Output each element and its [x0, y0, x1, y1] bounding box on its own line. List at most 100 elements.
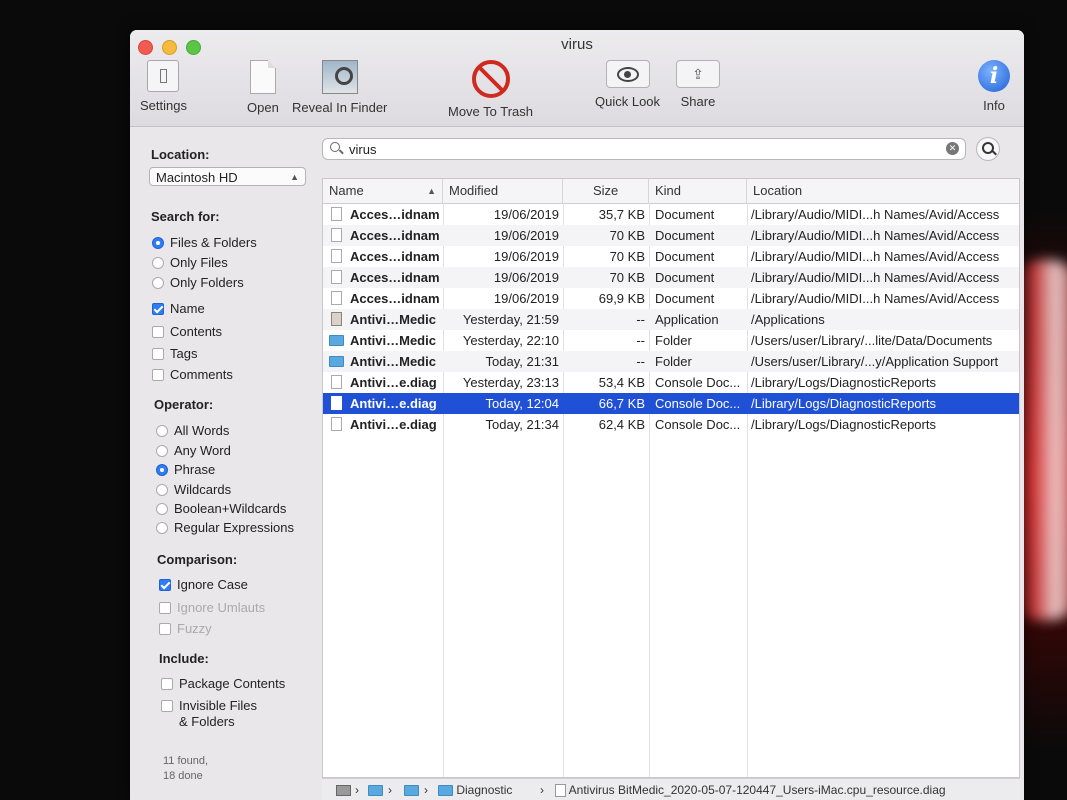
- checkbox-ignore-umlauts[interactable]: Ignore Umlauts: [159, 600, 265, 615]
- share-label: Share: [680, 94, 716, 109]
- disk-icon[interactable]: [336, 779, 351, 800]
- checkbox-tags[interactable]: Tags: [152, 346, 197, 361]
- open-button[interactable]: Open: [247, 60, 279, 115]
- cell-kind: Document: [655, 249, 715, 264]
- table-row[interactable]: Acces…idnam 19/06/2019 70 KB Document/Libra…: [323, 246, 1019, 267]
- table-row[interactable]: Acces…idnam 19/06/2019 70 KB Document/Libra…: [323, 225, 1019, 246]
- quick-look-button[interactable]: Quick Look: [595, 60, 660, 109]
- status-found: 11 found,: [163, 755, 209, 767]
- document-icon: [331, 207, 342, 221]
- checkbox-icon: [152, 302, 164, 315]
- radio-any-word[interactable]: Any Word: [156, 443, 231, 458]
- path-separator: ›: [388, 783, 392, 797]
- option-label: Only Files: [170, 255, 228, 270]
- cell-name: Antivi…e.diag: [350, 396, 437, 411]
- radio-files-folders[interactable]: Files & Folders: [152, 235, 257, 250]
- column-header-kind[interactable]: Kind: [649, 179, 747, 203]
- cell-modified: Today, 21:34: [485, 417, 559, 432]
- table-row[interactable]: Antivi…e.diag Today, 21:34 62,4 KB Console …: [323, 414, 1019, 435]
- cell-name: Acces…idnam: [350, 207, 440, 222]
- option-label: Package Contents: [179, 676, 286, 691]
- radio-wildcards[interactable]: Wildcards: [156, 482, 231, 497]
- checkbox-comments[interactable]: Comments: [152, 367, 233, 382]
- radio-only-files[interactable]: Only Files: [152, 255, 228, 270]
- cell-location: /Applications: [751, 312, 825, 327]
- column-header-modified[interactable]: Modified: [443, 179, 563, 203]
- column-label: Modified: [449, 183, 499, 198]
- cell-kind: Document: [655, 228, 715, 243]
- quick-look-icon-box: [605, 60, 650, 88]
- option-label: Name: [170, 301, 205, 316]
- cell-location: /Users/user/Library/...lite/Data/Documen…: [751, 333, 993, 348]
- share-button[interactable]: ⇪ Share: [676, 60, 720, 109]
- checkbox-icon: [159, 622, 171, 635]
- cell-location: /Library/Audio/MIDI...h Names/Avid/Acces…: [751, 249, 1000, 264]
- app-window: virus Settings Open Reveal In Finder Mov…: [130, 30, 1024, 800]
- cell-size: --: [636, 354, 645, 369]
- radio-regular-expressions[interactable]: Regular Expressions: [156, 520, 294, 535]
- cell-kind: Application: [655, 312, 719, 327]
- checkbox-icon: [161, 677, 173, 690]
- move-to-trash-button[interactable]: Move To Trash: [448, 60, 533, 119]
- cell-size: --: [636, 333, 645, 348]
- table-row[interactable]: Antivi…Medic Yesterday, 21:59 -- Applicatio…: [323, 309, 1019, 330]
- option-label: Wildcards: [174, 482, 232, 497]
- option-label: Ignore Case: [177, 577, 248, 592]
- option-label: Fuzzy: [177, 621, 212, 636]
- reveal-in-finder-button[interactable]: Reveal In Finder: [292, 60, 387, 115]
- cell-kind: Folder: [655, 354, 692, 369]
- cell-location: /Library/Logs/DiagnosticReports: [751, 375, 936, 390]
- clear-search-icon[interactable]: ✕: [946, 142, 959, 155]
- column-header-location[interactable]: Location: [747, 179, 1019, 203]
- document-icon: [331, 228, 342, 242]
- folder-icon[interactable]: [404, 779, 419, 800]
- column-header-name[interactable]: Name ▲: [323, 179, 443, 203]
- checkbox-invisible-files[interactable]: Invisible Files: [161, 698, 257, 713]
- folder-icon: [329, 335, 344, 346]
- column-label: Size: [593, 183, 619, 198]
- radio-icon: [156, 483, 168, 496]
- include-heading: Include:: [159, 651, 209, 666]
- cell-kind: Console Doc...: [655, 417, 741, 432]
- settings-button[interactable]: Settings: [140, 60, 187, 113]
- checkbox-package-contents[interactable]: Package Contents: [161, 676, 285, 691]
- checkbox-icon: [161, 699, 173, 712]
- table-row[interactable]: Antivi…e.diag Today, 12:04 66,7 KB Console …: [323, 393, 1019, 414]
- radio-icon: [152, 256, 164, 269]
- column-header-size[interactable]: Size: [563, 179, 649, 203]
- cell-location: /Library/Audio/MIDI...h Names/Avid/Acces…: [751, 270, 1000, 285]
- table-row[interactable]: Acces…idnam 19/06/2019 35,7 KB Document/Lib…: [323, 204, 1019, 225]
- radio-boolean-wildcards[interactable]: Boolean+Wildcards: [156, 501, 286, 516]
- checkbox-name[interactable]: Name: [152, 301, 205, 316]
- cell-size: 53,4 KB: [598, 375, 645, 390]
- path-separator: ›: [355, 783, 359, 797]
- search-icon: [982, 142, 994, 154]
- location-popup[interactable]: Macintosh HD ▲: [149, 167, 306, 186]
- info-button[interactable]: i Info: [978, 60, 1010, 113]
- radio-phrase[interactable]: Phrase: [156, 462, 215, 477]
- cell-modified: 19/06/2019: [493, 291, 559, 306]
- option-label: Boolean+Wildcards: [174, 501, 287, 516]
- search-input[interactable]: [347, 141, 931, 158]
- checkbox-contents[interactable]: Contents: [152, 324, 222, 339]
- trash-label: Move To Trash: [448, 104, 534, 119]
- table-row[interactable]: Antivi…e.diag Yesterday, 23:13 53,4 KB Cons…: [323, 372, 1019, 393]
- path-item-file[interactable]: Antivirus BitMedic_2020-05-07-120447_Use…: [555, 779, 946, 800]
- table-row[interactable]: Antivi…Medic Today, 21:31 -- Folder/Users/u…: [323, 351, 1019, 372]
- path-item-folder[interactable]: Diagnostic: [438, 779, 512, 800]
- checkbox-fuzzy[interactable]: Fuzzy: [159, 621, 212, 636]
- cell-modified: 19/06/2019: [493, 249, 559, 264]
- reveal-icon: [321, 60, 358, 94]
- table-row[interactable]: Antivi…Medic Yesterday, 22:10 -- Folder/Use…: [323, 330, 1019, 351]
- folder-icon[interactable]: [368, 779, 383, 800]
- table-row[interactable]: Acces…idnam 19/06/2019 69,9 KB Document/Lib…: [323, 288, 1019, 309]
- radio-all-words[interactable]: All Words: [156, 423, 229, 438]
- prohibited-icon: [471, 60, 510, 98]
- start-search-button[interactable]: [976, 137, 1000, 161]
- table-row[interactable]: Acces…idnam 19/06/2019 70 KB Document/Libra…: [323, 267, 1019, 288]
- radio-only-folders[interactable]: Only Folders: [152, 275, 244, 290]
- search-field[interactable]: ✕: [322, 138, 966, 160]
- checkbox-ignore-case[interactable]: Ignore Case: [159, 577, 248, 592]
- cell-name: Antivi…Medic: [350, 354, 436, 369]
- option-label: Files & Folders: [170, 235, 257, 250]
